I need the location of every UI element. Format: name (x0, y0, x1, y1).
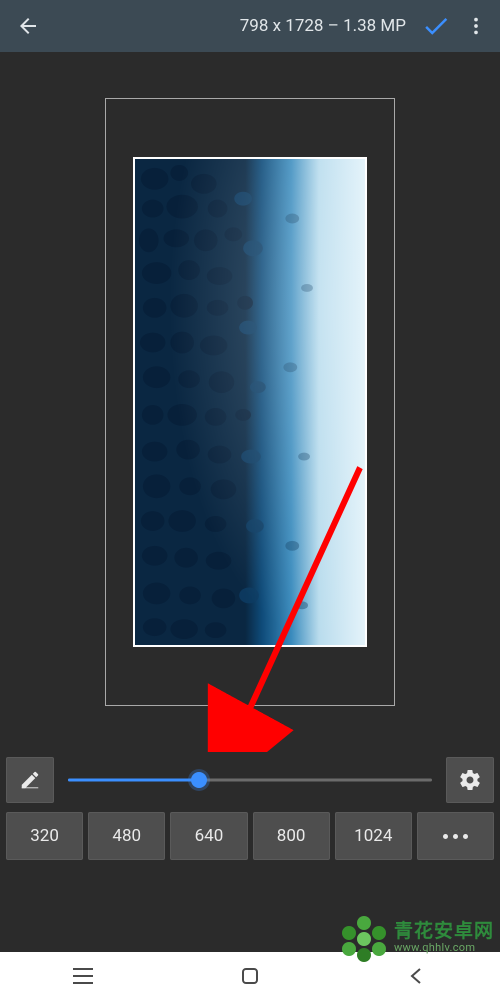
preset-button-2[interactable]: 640 (170, 812, 247, 860)
preset-row: 320 480 640 800 1024 (0, 808, 500, 868)
slider-track-fill (68, 779, 197, 782)
slider-knob[interactable] (191, 772, 207, 788)
nav-back-button[interactable] (399, 958, 435, 994)
nav-recents-icon (73, 968, 93, 984)
nav-back-icon (408, 967, 426, 985)
back-arrow-icon (16, 14, 40, 38)
back-button[interactable] (6, 4, 50, 48)
preset-more-button[interactable] (417, 812, 494, 860)
nav-recents-button[interactable] (65, 958, 101, 994)
app-root: 798 x 1728 – 1.38 MP (0, 0, 500, 1000)
edit-icon (19, 769, 41, 791)
system-nav-bar (0, 952, 500, 1000)
preset-button-4[interactable]: 1024 (335, 812, 412, 860)
preset-button-3[interactable]: 800 (253, 812, 330, 860)
more-dots-icon (443, 834, 468, 839)
top-bar: 798 x 1728 – 1.38 MP (0, 0, 500, 52)
confirm-button[interactable] (414, 4, 458, 48)
preview-image-content (135, 159, 365, 645)
blank-space (0, 868, 500, 952)
settings-button[interactable] (446, 757, 494, 803)
custom-size-button[interactable] (6, 757, 54, 803)
canvas-frame (105, 98, 395, 706)
dimensions-title: 798 x 1728 – 1.38 MP (240, 16, 406, 36)
check-icon (421, 11, 451, 41)
overflow-icon (465, 15, 487, 37)
preset-button-1[interactable]: 480 (88, 812, 165, 860)
gear-icon (458, 768, 482, 792)
slider-row (0, 752, 500, 808)
nav-home-icon (241, 967, 259, 985)
preview-area (0, 52, 500, 752)
size-slider[interactable] (60, 757, 440, 803)
overflow-menu-button[interactable] (458, 4, 494, 48)
preset-button-0[interactable]: 320 (6, 812, 83, 860)
image-preview[interactable] (133, 157, 367, 647)
nav-home-button[interactable] (232, 958, 268, 994)
